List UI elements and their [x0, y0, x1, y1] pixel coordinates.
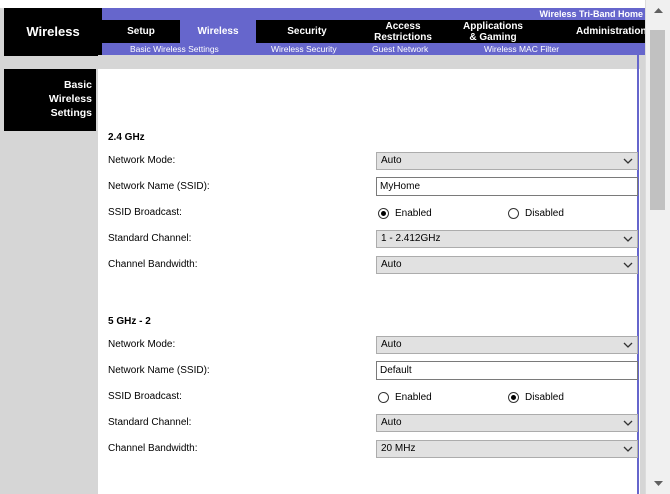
chevron-down-icon — [623, 236, 633, 242]
chevron-down-icon — [623, 420, 633, 426]
tab-access-restrictions[interactable]: Access Restrictions — [358, 20, 448, 43]
band-5ghz-2-broadcast-disabled-label: Disabled — [525, 391, 564, 403]
band-24ghz-broadcast-enabled-radio[interactable]: Enabled — [378, 205, 432, 221]
router-admin-page: Wireless Wireless Tri-Band Home Setup Wi… — [0, 0, 670, 494]
band-5ghz-2-title: 5 GHz - 2 — [108, 316, 151, 327]
radio-selected-icon — [508, 391, 519, 403]
chevron-down-icon — [623, 446, 633, 452]
scroll-down-arrow-icon[interactable] — [646, 476, 670, 492]
brand-title: Wireless — [4, 8, 102, 55]
tab-applications-gaming[interactable]: Applications & Gaming — [448, 20, 538, 43]
section-title-line2: Wireless — [48, 93, 92, 105]
band-24ghz-network-mode-select[interactable]: Auto — [376, 152, 638, 170]
band-24ghz-ssid-broadcast-label: SSID Broadcast: — [108, 207, 182, 218]
section-title-line1: Basic — [63, 79, 92, 91]
band-24ghz-network-mode-label: Network Mode: — [108, 155, 176, 166]
band-5ghz-2-standard-channel-value: Auto — [381, 417, 402, 428]
band-24ghz-standard-channel-value: 1 - 2.412GHz — [381, 233, 441, 244]
tab-security[interactable]: Security — [256, 20, 358, 43]
band-24ghz-channel-bandwidth-label: Channel Bandwidth: — [108, 259, 198, 270]
subtab-guest-network[interactable]: Guest Network — [372, 43, 428, 55]
product-name: Wireless Tri-Band Home — [102, 8, 645, 20]
radio-unselected-icon — [378, 391, 389, 403]
tab-applications-gaming-line2: & Gaming — [469, 31, 517, 43]
subtab-wireless-security[interactable]: Wireless Security — [271, 43, 337, 55]
chevron-down-icon — [623, 262, 633, 268]
band-5ghz-2-channel-bandwidth-select[interactable]: 20 MHz — [376, 440, 638, 458]
radio-unselected-icon — [508, 207, 519, 219]
band-5ghz-2-network-mode-value: Auto — [381, 339, 402, 350]
main-tabs: Setup Wireless Security Access Restricti… — [102, 20, 647, 43]
band-5ghz-2-ssid-label: Network Name (SSID): — [108, 365, 210, 376]
band-5ghz-2-network-mode-select[interactable]: Auto — [376, 336, 638, 354]
tab-applications-gaming-line1: Applications — [462, 20, 523, 32]
band-24ghz-channel-bandwidth-select[interactable]: Auto — [376, 256, 638, 274]
band-5ghz-2-ssid-broadcast-label: SSID Broadcast: — [108, 391, 182, 402]
band-5ghz-2-standard-channel-select[interactable]: Auto — [376, 414, 638, 432]
band-5ghz-2-channel-bandwidth-value: 20 MHz — [381, 443, 416, 454]
scroll-up-arrow-icon[interactable] — [646, 2, 670, 18]
top-band — [0, 0, 645, 8]
scrollbar-thumb[interactable] — [650, 30, 665, 210]
band-5ghz-2-channel-bandwidth-label: Channel Bandwidth: — [108, 443, 198, 454]
radio-selected-icon — [378, 207, 389, 219]
band-24ghz-broadcast-enabled-label: Enabled — [395, 207, 432, 219]
tab-access-restrictions-line2: Restrictions — [374, 31, 432, 43]
tab-wireless[interactable]: Wireless — [180, 20, 256, 43]
band-24ghz-standard-channel-label: Standard Channel: — [108, 233, 192, 244]
section-title: Basic Wireless Settings — [4, 69, 96, 131]
section-title-line3: Settings — [50, 107, 92, 119]
tab-access-restrictions-line1: Access — [385, 20, 421, 32]
band-24ghz-broadcast-disabled-label: Disabled — [525, 207, 564, 219]
subtab-basic-wireless-settings[interactable]: Basic Wireless Settings — [130, 43, 219, 55]
band-5ghz-2-broadcast-disabled-radio[interactable]: Disabled — [508, 389, 564, 405]
band-24ghz-ssid-label: Network Name (SSID): — [108, 181, 210, 192]
band-24ghz-title: 2.4 GHz — [108, 132, 145, 143]
band-24ghz-ssid-input[interactable] — [376, 177, 638, 196]
band-24ghz-network-mode-value: Auto — [381, 155, 402, 166]
subtab-wireless-mac-filter[interactable]: Wireless MAC Filter — [484, 43, 559, 55]
vertical-scrollbar[interactable] — [645, 0, 670, 494]
sidebar-divider — [4, 55, 98, 56]
sub-tabs: Basic Wireless Settings Wireless Securit… — [102, 43, 645, 55]
chevron-down-icon — [623, 158, 633, 164]
band-24ghz-standard-channel-select[interactable]: 1 - 2.412GHz — [376, 230, 638, 248]
band-5ghz-2-ssid-input[interactable] — [376, 361, 638, 380]
band-5ghz-2-standard-channel-label: Standard Channel: — [108, 417, 192, 428]
band-5ghz-2-network-mode-label: Network Mode: — [108, 339, 176, 350]
band-5ghz-2-broadcast-enabled-radio[interactable]: Enabled — [378, 389, 432, 405]
band-24ghz-channel-bandwidth-value: Auto — [381, 259, 402, 270]
band-24ghz-broadcast-disabled-radio[interactable]: Disabled — [508, 205, 564, 221]
tab-setup[interactable]: Setup — [102, 20, 180, 43]
band-5ghz-2-broadcast-enabled-label: Enabled — [395, 391, 432, 403]
chevron-down-icon — [623, 342, 633, 348]
